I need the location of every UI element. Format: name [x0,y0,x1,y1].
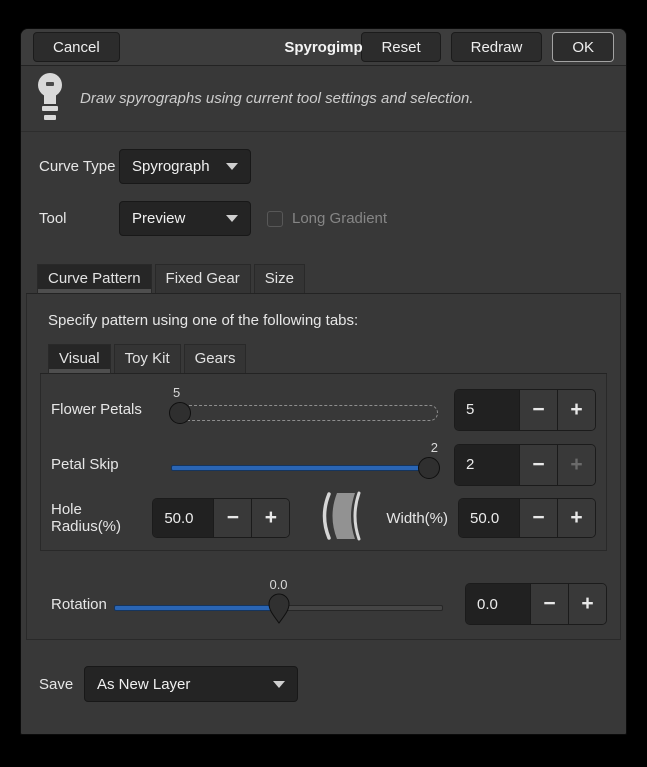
redraw-button[interactable]: Redraw [451,32,543,62]
curve-type-value: Spyrograph [132,158,210,175]
tool-value: Preview [132,210,185,227]
chevron-down-icon [226,215,238,222]
rotation-slider[interactable]: 0.0 [114,579,443,629]
ok-button[interactable]: OK [552,32,614,62]
curve-pattern-panel: Specify pattern using one of the followi… [26,294,621,640]
plus-button[interactable]: + [557,390,595,430]
tab-gears[interactable]: Gears [184,344,247,373]
save-label: Save [39,676,84,693]
curve-type-row: Curve Type Spyrograph [39,149,626,184]
cancel-button[interactable]: Cancel [33,32,120,62]
minus-button[interactable]: − [213,499,251,537]
minus-button[interactable]: − [519,390,557,430]
plus-button-disabled[interactable]: + [557,445,595,485]
minus-button[interactable]: − [519,445,557,485]
inner-tab-bar: Visual Toy Kit Gears [40,344,607,374]
minus-button[interactable]: − [530,584,568,624]
minus-button[interactable]: − [519,499,557,537]
hole-radius-row: Hole Radius(%) 50.0 − + [51,492,596,544]
petal-skip-row: Petal Skip 2 2 − + [51,437,596,492]
flower-petals-input[interactable]: 5 [455,390,519,430]
spyrogimp-dialog: Cancel Spyrogimp Reset Redraw OK Draw sp… [20,28,627,735]
tab-fixed-gear[interactable]: Fixed Gear [155,264,251,293]
tab-toy-kit[interactable]: Toy Kit [114,344,181,373]
flower-petals-spinbox: 5 − + [454,389,596,431]
rotation-track-empty[interactable] [279,605,444,611]
long-gradient-label: Long Gradient [292,210,387,227]
description-text: Draw spyrographs using current tool sett… [80,90,474,107]
flower-petals-slider[interactable]: 5 [171,387,438,433]
petal-skip-slider[interactable]: 2 [171,442,438,488]
lightbulb-icon [35,72,65,126]
rotation-label: Rotation [51,596,114,613]
tab-visual[interactable]: Visual [48,344,111,374]
petal-skip-spinbox: 2 − + [454,444,596,486]
rotation-row: Rotation 0.0 0.0 − + [40,579,607,629]
flower-petals-track[interactable] [171,405,438,421]
curved-band-icon [318,491,362,545]
rotation-slider-value: 0.0 [269,577,287,592]
tool-dropdown[interactable]: Preview [119,201,251,236]
flower-petals-handle[interactable] [169,402,191,424]
rotation-spinbox: 0.0 − + [465,583,607,625]
pattern-notebook: Curve Pattern Fixed Gear Size Specify pa… [26,264,621,640]
specify-text: Specify pattern using one of the followi… [48,312,607,329]
rotation-input[interactable]: 0.0 [466,584,530,624]
tab-curve-pattern[interactable]: Curve Pattern [37,264,152,294]
header-bar: Cancel Spyrogimp Reset Redraw OK [21,29,626,66]
hole-radius-spinbox: 50.0 − + [152,498,290,538]
dialog-title: Spyrogimp [284,29,362,66]
long-gradient-option: Long Gradient [267,210,387,227]
rotation-handle[interactable] [268,593,290,628]
save-row: Save As New Layer [39,666,626,702]
plus-button[interactable]: + [251,499,289,537]
width-spinbox: 50.0 − + [458,498,596,538]
petal-skip-slider-value: 2 [431,440,438,455]
plus-button[interactable]: + [568,584,606,624]
description-row: Draw spyrographs using current tool sett… [21,66,626,132]
save-dropdown[interactable]: As New Layer [84,666,298,702]
tab-size[interactable]: Size [254,264,305,293]
width-input[interactable]: 50.0 [459,499,519,537]
petal-skip-label: Petal Skip [51,456,171,473]
save-value: As New Layer [97,676,190,693]
reset-button[interactable]: Reset [361,32,440,62]
petal-skip-handle[interactable] [418,457,440,479]
petal-skip-input[interactable]: 2 [455,445,519,485]
visual-panel: Flower Petals 5 5 − + [40,374,607,551]
outer-tab-bar: Curve Pattern Fixed Gear Size [26,264,621,294]
curve-type-label: Curve Type [39,158,119,175]
flower-petals-label: Flower Petals [51,401,171,418]
curve-type-dropdown[interactable]: Spyrograph [119,149,251,184]
plus-button[interactable]: + [557,499,595,537]
flower-petals-row: Flower Petals 5 5 − + [51,382,596,437]
hole-radius-label: Hole Radius(%) [51,501,152,535]
pattern-mode-notebook: Visual Toy Kit Gears Flower Petals 5 [40,344,607,551]
tool-label: Tool [39,210,119,227]
long-gradient-checkbox[interactable] [267,211,283,227]
tool-row: Tool Preview Long Gradient [39,201,626,236]
chevron-down-icon [273,681,285,688]
hole-radius-input[interactable]: 50.0 [153,499,213,537]
width-label: Width(%) [386,510,448,527]
rotation-track-filled[interactable] [114,605,279,611]
flower-petals-slider-value: 5 [173,385,180,400]
chevron-down-icon [226,163,238,170]
petal-skip-track[interactable] [171,465,434,471]
